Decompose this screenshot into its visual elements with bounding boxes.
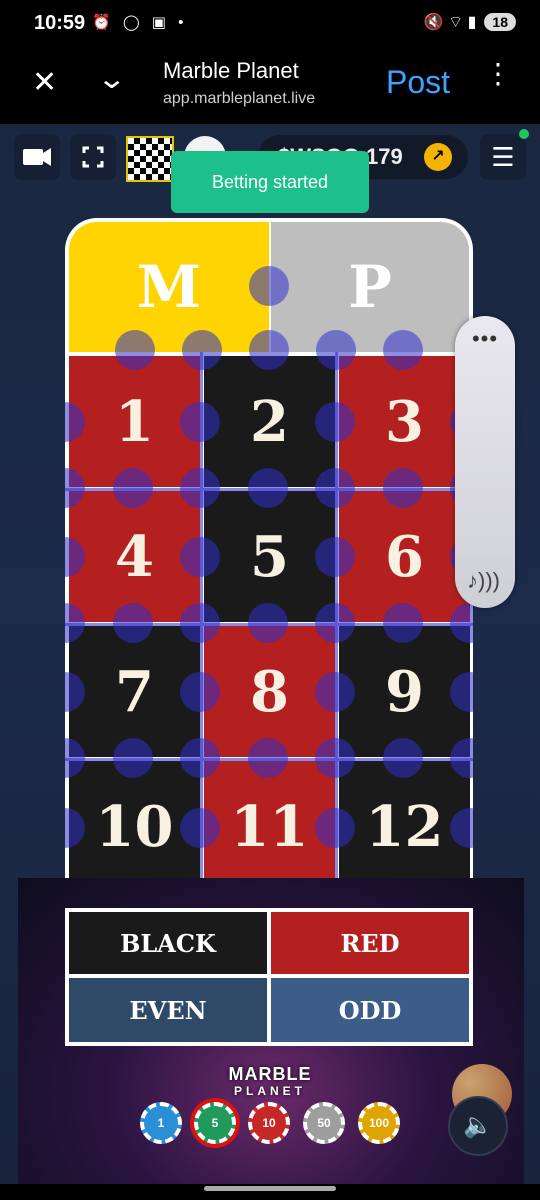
battery-icon: 18 — [484, 13, 516, 31]
corner-bet-spot[interactable] — [113, 603, 153, 643]
status-bar: 10:59 ⏰ ◯ ▣ • 🔇 ⌔ ▮ 18 — [0, 0, 540, 46]
corner-bet-spot[interactable] — [383, 603, 423, 643]
corner-bet-spot[interactable] — [113, 738, 153, 778]
music-sound-icon[interactable]: ♪))) — [467, 568, 500, 594]
split-bet-spot[interactable] — [315, 672, 355, 712]
more-dots-icon[interactable]: ••• — [455, 326, 515, 352]
corner-bet-spot[interactable] — [383, 738, 423, 778]
split-bet-spot[interactable] — [180, 808, 220, 848]
game-area: $WSOO 179 ↗ ☰ Betting started M P 1 2 3 … — [0, 124, 540, 1184]
split-bet-spot[interactable] — [249, 266, 289, 306]
corner-bet-spot[interactable] — [248, 738, 288, 778]
corner-bet-spot[interactable] — [315, 738, 355, 778]
corner-bet-spot[interactable] — [315, 468, 355, 508]
floating-side-panel[interactable]: ••• ♪))) — [455, 316, 515, 608]
roulette-board: M P 1 2 3 4 5 6 7 8 9 10 11 12 — [65, 218, 473, 898]
corner-bet-spot[interactable] — [248, 468, 288, 508]
corner-bet-spot[interactable] — [248, 603, 288, 643]
split-bet-spot[interactable] — [383, 330, 423, 370]
bet-cell-p[interactable]: P — [271, 222, 469, 352]
browser-bar: ✕ ⌄ Marble Planet app.marbleplanet.live … — [0, 46, 540, 124]
status-right: 🔇 ⌔ ▮ 18 — [424, 12, 516, 32]
fullscreen-icon — [82, 146, 104, 168]
notification-icons: ⏰ ◯ ▣ • — [92, 14, 188, 31]
page-title: Marble Planet — [163, 58, 299, 83]
split-bet-spot[interactable] — [180, 402, 220, 442]
chevron-down-icon[interactable]: ⌄ — [96, 64, 127, 94]
chip-10[interactable]: 10 — [248, 1102, 290, 1144]
race-flag-icon[interactable] — [126, 136, 174, 182]
split-bet-spot[interactable] — [315, 808, 355, 848]
split-bet-spot[interactable] — [180, 537, 220, 577]
menu-button[interactable]: ☰ — [480, 134, 526, 180]
home-gesture-pill[interactable] — [204, 1186, 336, 1191]
bet-black[interactable]: BLACK — [69, 912, 267, 974]
split-bet-spot[interactable] — [115, 330, 155, 370]
chip-50[interactable]: 50 — [303, 1102, 345, 1144]
page-url: app.marbleplanet.live — [163, 90, 316, 107]
corner-bet-spot[interactable] — [180, 603, 220, 643]
bet-cell-m[interactable]: M — [69, 222, 269, 352]
bet-odd[interactable]: ODD — [271, 978, 469, 1042]
camera-icon — [23, 148, 51, 166]
split-bet-spot[interactable] — [316, 330, 356, 370]
outside-bets: BLACK RED EVEN ODD — [65, 908, 473, 1046]
marble-planet-logo: MARBLE PLANET — [0, 1064, 540, 1100]
online-indicator — [519, 129, 529, 139]
corner-bet-spot[interactable] — [113, 468, 153, 508]
chip-5[interactable]: 5 — [194, 1102, 236, 1144]
close-icon[interactable]: ✕ — [32, 68, 57, 98]
corner-bet-spot[interactable] — [180, 468, 220, 508]
corner-bet-spot[interactable] — [180, 738, 220, 778]
split-bet-spot[interactable] — [182, 330, 222, 370]
fullscreen-button[interactable] — [70, 134, 116, 180]
betting-started-toast: Betting started — [171, 151, 369, 213]
corner-bet-spot[interactable] — [315, 603, 355, 643]
logo-main: MARBLE — [228, 1064, 312, 1084]
system-icons: 🔇 ⌔ ▮ — [423, 14, 477, 31]
chip-1[interactable]: 1 — [140, 1102, 182, 1144]
corner-bet-spot[interactable] — [383, 468, 423, 508]
more-options-icon[interactable]: ⋮ — [484, 60, 512, 88]
split-bet-spot[interactable] — [180, 672, 220, 712]
logo-sub: PLANET — [234, 1084, 306, 1098]
split-bet-spot[interactable] — [315, 537, 355, 577]
bet-even[interactable]: EVEN — [69, 978, 267, 1042]
arrow-up-right-icon[interactable]: ↗ — [424, 143, 452, 171]
status-time: 10:59 — [34, 12, 86, 34]
sound-toggle-icon[interactable]: 🔈 — [448, 1096, 508, 1156]
split-bet-spot[interactable] — [315, 402, 355, 442]
post-button[interactable]: Post — [386, 64, 450, 101]
bet-red[interactable]: RED — [271, 912, 469, 974]
camera-button[interactable] — [14, 134, 60, 180]
split-bet-spot[interactable] — [249, 330, 289, 370]
chip-100[interactable]: 100 — [358, 1102, 400, 1144]
